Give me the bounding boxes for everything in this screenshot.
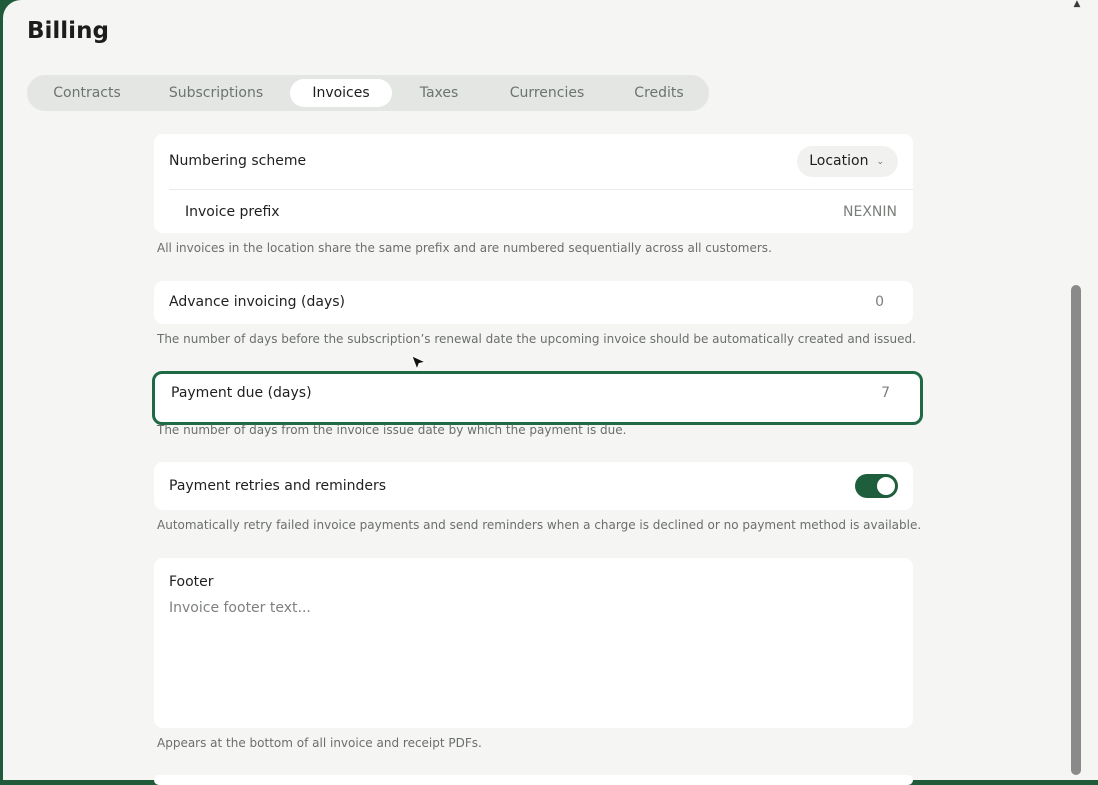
- numbering-card: Numbering scheme Location ⌄ Invoice prefi…: [154, 134, 913, 233]
- tab-credits[interactable]: Credits: [619, 79, 699, 107]
- advance-invoicing-card: Advance invoicing (days) 0: [154, 281, 913, 324]
- tab-subscriptions[interactable]: Subscriptions: [157, 79, 275, 107]
- payment-due-help: The number of days from the invoice issu…: [157, 423, 627, 437]
- tab-contracts[interactable]: Contracts: [31, 79, 143, 107]
- numbering-scheme-dropdown[interactable]: Location ⌄: [797, 146, 898, 177]
- payment-due-label: Payment due (days): [171, 385, 312, 401]
- payment-due-card[interactable]: Payment due (days) 7: [152, 371, 923, 425]
- invoice-prefix-input[interactable]: NEXNIN: [843, 204, 897, 220]
- tab-bar: Contracts Subscriptions Invoices Taxes C…: [27, 75, 709, 111]
- numbering-scheme-label: Numbering scheme: [169, 153, 307, 169]
- invoice-prefix-label: Invoice prefix: [185, 204, 280, 220]
- payment-retries-label: Payment retries and reminders: [169, 478, 387, 494]
- payment-retries-card: Payment retries and reminders: [154, 462, 913, 510]
- chevron-down-icon: ⌄: [876, 157, 884, 167]
- footer-help: Appears at the bottom of all invoice and…: [157, 736, 482, 750]
- payment-retries-help: Automatically retry failed invoice payme…: [157, 518, 922, 532]
- footer-textarea[interactable]: [169, 600, 894, 720]
- tab-taxes[interactable]: Taxes: [403, 79, 475, 107]
- scrollbar-thumb[interactable]: [1071, 285, 1081, 775]
- next-card: [154, 775, 913, 785]
- numbering-scheme-value: Location: [809, 153, 869, 169]
- numbering-help: All invoices in the location share the s…: [157, 241, 772, 255]
- advance-invoicing-label: Advance invoicing (days): [169, 294, 345, 310]
- tab-currencies[interactable]: Currencies: [495, 79, 599, 107]
- page-title: Billing: [27, 18, 109, 44]
- scroll-up-arrow-icon[interactable]: ▲: [1072, 0, 1082, 9]
- toggle-knob: [877, 477, 895, 495]
- footer-card: Footer: [154, 558, 913, 728]
- advance-invoicing-help: The number of days before the subscripti…: [157, 332, 916, 346]
- payment-retries-toggle[interactable]: [855, 474, 898, 498]
- advance-invoicing-input[interactable]: 0: [875, 294, 884, 310]
- payment-due-input[interactable]: 7: [881, 385, 890, 401]
- divider: [169, 189, 913, 190]
- tab-invoices[interactable]: Invoices: [290, 79, 392, 107]
- mouse-pointer-icon: [410, 354, 428, 376]
- footer-label: Footer: [169, 574, 214, 590]
